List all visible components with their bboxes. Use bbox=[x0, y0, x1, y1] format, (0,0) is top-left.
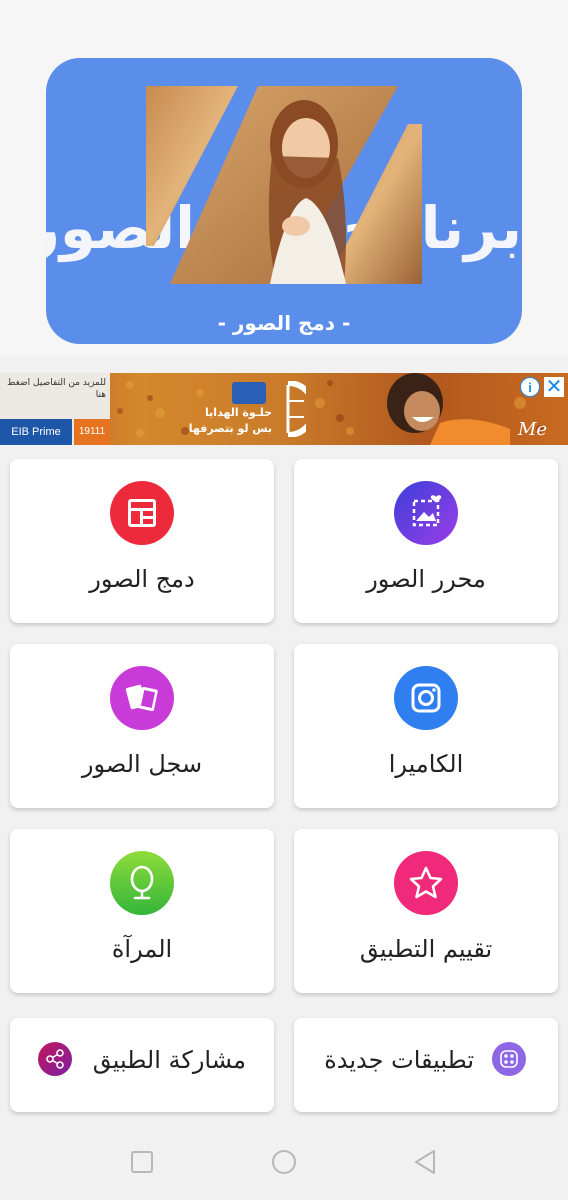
new-apps-label: تطبيقات جديدة bbox=[324, 1046, 474, 1074]
ad-promo-line2: بس لو بتصرفها bbox=[188, 422, 272, 435]
recent-apps-icon[interactable] bbox=[128, 1148, 156, 1176]
ad-close-icon[interactable]: ✕ bbox=[544, 377, 564, 397]
ad-promo-line1: حلـوة الهدايا bbox=[205, 406, 272, 419]
share-app-card[interactable]: مشاركة الطبيق bbox=[10, 1018, 274, 1112]
banner-photo bbox=[146, 86, 422, 284]
back-icon[interactable] bbox=[412, 1148, 440, 1176]
photo-editor-icon bbox=[394, 481, 458, 545]
photo-editor-card[interactable]: محرر الصور bbox=[294, 459, 558, 623]
star-icon bbox=[394, 851, 458, 915]
ad-eib-label: EIB Prime bbox=[0, 419, 72, 445]
collage-icon bbox=[110, 481, 174, 545]
ad-info-icon[interactable]: i bbox=[520, 377, 540, 397]
ad-top-text: للمزيد من التفاصيل اضغط هنا bbox=[7, 378, 106, 400]
ad-banner[interactable]: للمزيد من التفاصيل اضغط هنا EIB Prime 19… bbox=[0, 373, 568, 445]
new-apps-card[interactable]: تطبيقات جديدة bbox=[294, 1018, 558, 1112]
camera-icon bbox=[394, 666, 458, 730]
photo-editor-label: محرر الصور bbox=[366, 565, 486, 593]
camera-label: الكاميرا bbox=[388, 750, 464, 778]
app-banner: برنامج دمج الصور - دمج الصور - bbox=[46, 58, 522, 344]
mirror-label: المرآة bbox=[111, 935, 173, 963]
photo-merge-label: دمج الصور bbox=[89, 565, 195, 593]
system-navigation-bar bbox=[0, 1122, 568, 1200]
camera-card[interactable]: الكاميرا bbox=[294, 644, 558, 808]
mirror-icon bbox=[110, 851, 174, 915]
ad-promo-text: حلـوة الهدايا بس لو بتصرفها bbox=[172, 405, 272, 441]
ad-credit-card-image bbox=[232, 382, 266, 404]
photo-merge-card[interactable]: دمج الصور bbox=[10, 459, 274, 623]
rate-app-card[interactable]: تقييم التطبيق bbox=[294, 829, 558, 993]
apps-icon bbox=[492, 1042, 526, 1076]
rate-app-label: تقييم التطبيق bbox=[359, 935, 493, 963]
ad-brand-logo bbox=[286, 381, 306, 437]
ad-brand-mark: Me bbox=[518, 419, 548, 440]
photo-history-label: سجل الصور bbox=[81, 750, 203, 778]
ad-hotline: 19111 bbox=[74, 419, 110, 445]
photo-history-card[interactable]: سجل الصور bbox=[10, 644, 274, 808]
photos-stack-icon bbox=[110, 666, 174, 730]
share-icon bbox=[38, 1042, 72, 1076]
home-icon[interactable] bbox=[270, 1148, 298, 1176]
mirror-card[interactable]: المرآة bbox=[10, 829, 274, 993]
banner-subtitle: - دمج الصور - bbox=[217, 311, 351, 335]
ad-person-image bbox=[387, 373, 510, 445]
